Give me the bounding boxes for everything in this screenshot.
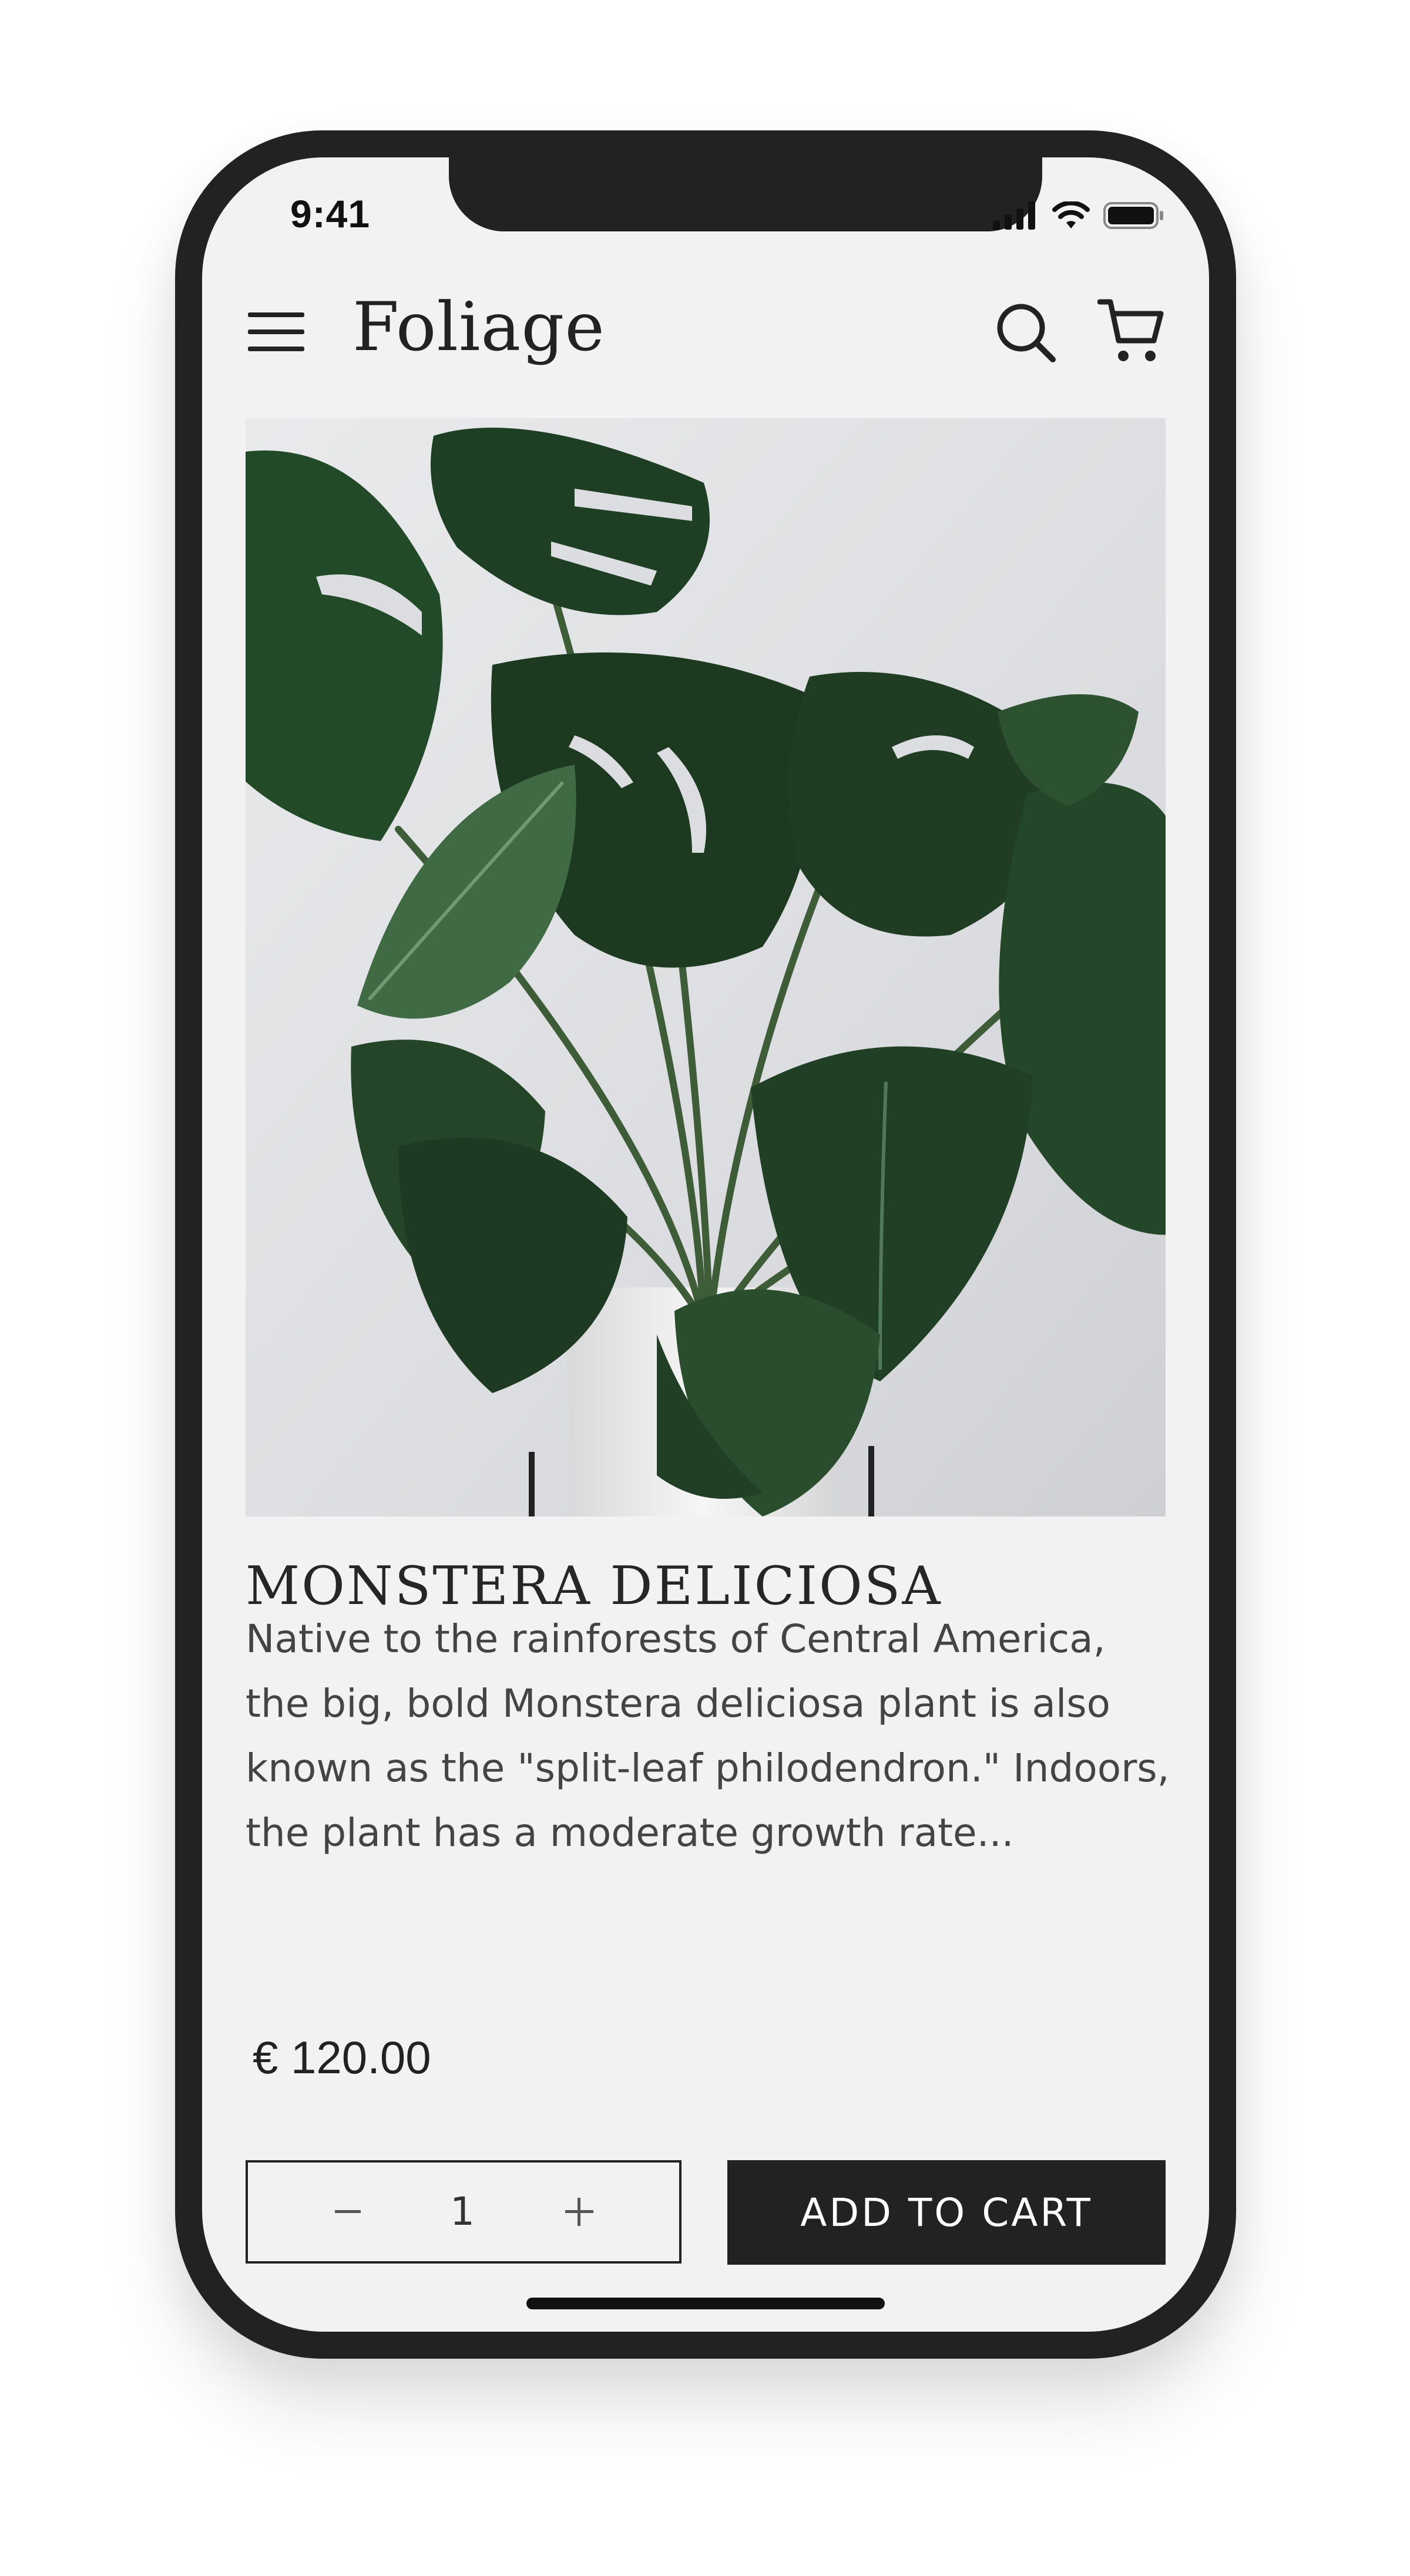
- status-icons: [993, 201, 1164, 230]
- quantity-stepper: 1: [246, 2160, 682, 2264]
- shopping-cart-icon[interactable]: [1097, 297, 1166, 365]
- hamburger-menu-icon[interactable]: [248, 311, 304, 352]
- monstera-plant-photo: [246, 418, 1166, 1516]
- phone-notch: [449, 157, 1042, 231]
- quantity-increase-button[interactable]: [538, 2163, 620, 2261]
- phone-frame: 9:41 Foliage MONSTERA DELICIOSA Native t…: [175, 130, 1236, 2359]
- product-price: € 120.00: [253, 2032, 431, 2083]
- battery-icon: [1103, 202, 1163, 229]
- search-icon[interactable]: [995, 302, 1056, 363]
- product-image: [246, 418, 1166, 1516]
- plus-icon: [565, 2198, 593, 2226]
- quantity-value[interactable]: 1: [424, 2163, 501, 2261]
- add-to-cart-button[interactable]: ADD TO CART: [727, 2160, 1166, 2265]
- brand-logo[interactable]: Foliage: [352, 288, 605, 366]
- quantity-decrease-button[interactable]: [307, 2163, 389, 2261]
- minus-icon: [335, 2210, 361, 2213]
- cellular-signal-icon: [993, 201, 1035, 230]
- product-description: Native to the rainforests of Central Ame…: [246, 1616, 1170, 1855]
- home-indicator[interactable]: [526, 2298, 885, 2309]
- status-time: 9:41: [290, 192, 371, 236]
- wifi-icon: [1052, 201, 1090, 228]
- phone-screen: 9:41 Foliage MONSTERA DELICIOSA Native t…: [202, 157, 1209, 2332]
